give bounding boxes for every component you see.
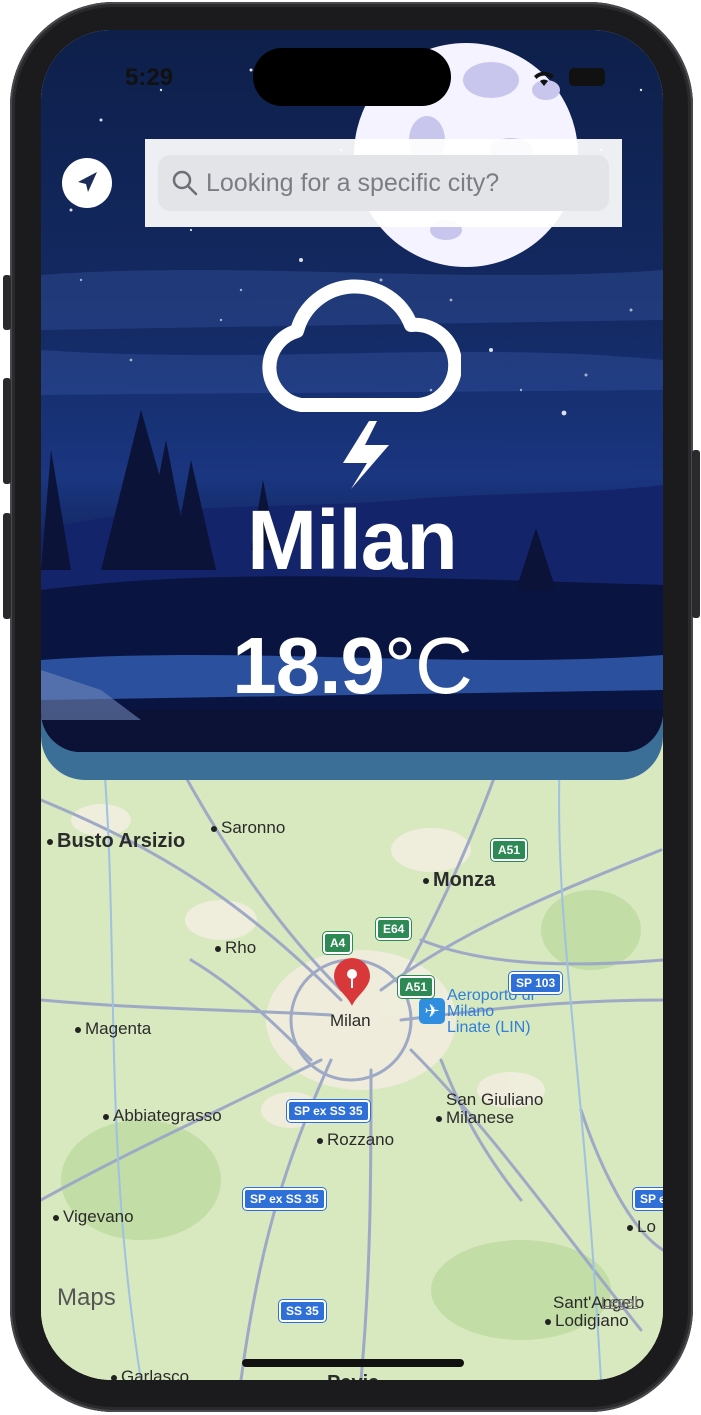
screen: Busto Arsizio Saronno Monza Rho Magenta … — [41, 30, 663, 1380]
place-san-giuliano: San Giuliano Milanese — [436, 1090, 544, 1127]
place-vigevano: Vigevano — [53, 1207, 134, 1227]
place-pavia: Pavia — [327, 1372, 379, 1380]
current-location-button[interactable] — [62, 158, 112, 208]
place-airport-linate: Aeroporto di Milano Linate (LIN) — [447, 988, 534, 1036]
place-magenta: Magenta — [75, 1019, 151, 1039]
place-label: Garlasco — [121, 1367, 190, 1380]
legal-link[interactable]: Legal — [601, 1294, 638, 1311]
volume-up-button — [3, 378, 11, 484]
place-monza: Monza — [423, 869, 495, 892]
temperature-display: 18.9°C — [41, 620, 663, 712]
place-busto-arsizio: Busto Arsizio — [47, 830, 185, 853]
road-shield-e64: E64 — [376, 918, 412, 940]
action-button — [3, 275, 11, 330]
search-field[interactable] — [158, 155, 609, 211]
power-button — [692, 450, 700, 618]
pin-label: Milan — [330, 1011, 371, 1030]
weather-card: 5:29 Looking for a specific city? Milan … — [41, 30, 663, 780]
temperature-value: 18.9 — [232, 621, 385, 710]
airport-icon: ✈ — [419, 998, 445, 1024]
dynamic-island — [253, 48, 451, 106]
airport-label: Milano — [447, 1003, 495, 1020]
place-label: Lo — [637, 1217, 656, 1236]
battery-icon — [569, 68, 605, 86]
volume-down-button — [3, 513, 11, 619]
location-arrow-icon — [78, 172, 97, 192]
road-shield-ss35: SS 35 — [279, 1300, 326, 1322]
road-shield-spex: SP ex — [633, 1188, 663, 1210]
airport-label: Linate (LIN) — [447, 1019, 531, 1036]
place-label: Busto Arsizio — [57, 830, 186, 852]
home-indicator[interactable] — [242, 1359, 464, 1367]
map-roads — [41, 730, 663, 1380]
status-time: 5:29 — [125, 64, 174, 91]
city-name: Milan — [247, 493, 458, 587]
road-shield-a4: A4 — [323, 932, 353, 954]
search-icon — [172, 170, 198, 196]
place-garlasco: Garlasco — [111, 1367, 189, 1380]
temperature-unit: °C — [383, 621, 473, 710]
place-saronno: Saronno — [211, 818, 285, 838]
place-label: Saronno — [221, 818, 286, 837]
maps-brand-label: Maps — [57, 1284, 116, 1311]
road-shield-spexss35: SP ex SS 35 — [243, 1188, 326, 1210]
road-shield-spexss35: SP ex SS 35 — [287, 1100, 370, 1122]
weather-hero: 5:29 Looking for a specific city? Milan … — [41, 30, 663, 752]
map-view[interactable]: Busto Arsizio Saronno Monza Rho Magenta … — [41, 730, 663, 1380]
place-label: Pavia — [327, 1372, 379, 1380]
place-label: Abbiategrasso — [113, 1106, 222, 1125]
search-bar — [145, 139, 622, 227]
place-label: Rozzano — [327, 1130, 395, 1149]
search-input[interactable] — [206, 155, 601, 211]
maps-attribution: Maps — [57, 1284, 116, 1312]
place-rho: Rho — [215, 938, 256, 958]
place-label: Rho — [225, 938, 257, 957]
place-lo: Lo — [627, 1217, 656, 1237]
map-pin-icon[interactable] — [330, 956, 374, 1008]
place-label: Lodigiano — [555, 1311, 629, 1330]
place-abbiategrasso: Abbiategrasso — [103, 1106, 222, 1126]
place-label: Monza — [433, 869, 496, 891]
place-label: San Giuliano — [446, 1090, 544, 1109]
road-shield-a51: A51 — [398, 976, 435, 998]
wifi-icon — [531, 68, 557, 88]
cloud-lightning-icon — [262, 279, 461, 489]
place-label: Vigevano — [63, 1207, 134, 1226]
place-label: Milanese — [446, 1108, 515, 1127]
place-label: Magenta — [85, 1019, 152, 1038]
place-rozzano: Rozzano — [317, 1130, 394, 1150]
road-shield-sp103: SP 103 — [509, 972, 563, 994]
road-shield-a51: A51 — [491, 839, 528, 861]
